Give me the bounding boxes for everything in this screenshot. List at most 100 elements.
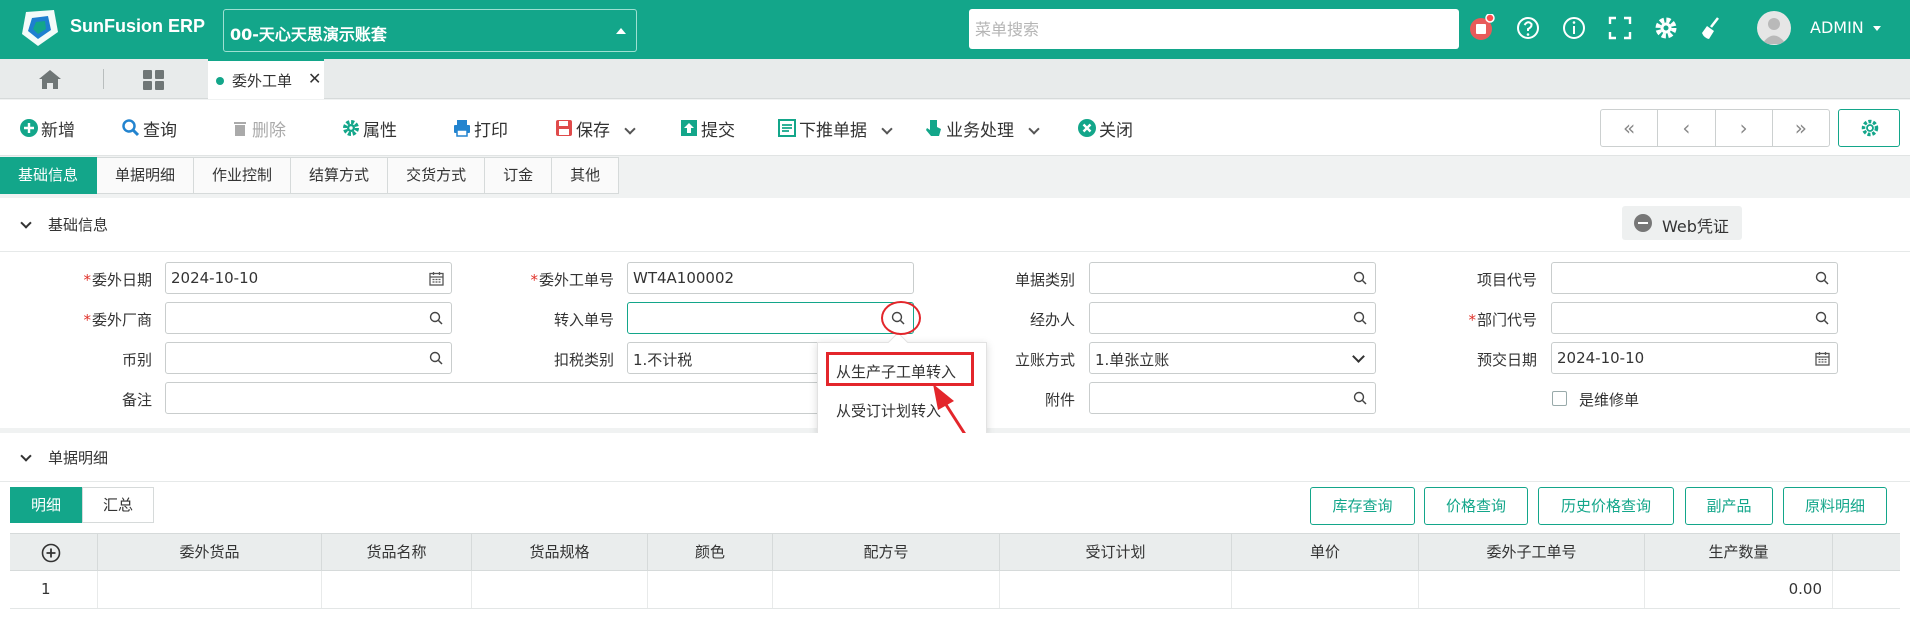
app-grid-icon[interactable] xyxy=(141,68,167,92)
col-header-item-name[interactable]: 货品名称 xyxy=(322,534,472,570)
previous-record-button[interactable]: ‹ xyxy=(1658,110,1716,146)
help-icon[interactable] xyxy=(1514,14,1542,42)
basic-info-header[interactable]: 基础信息 xyxy=(20,214,108,235)
caret-down-icon[interactable] xyxy=(1873,26,1881,31)
tab-detail[interactable]: 明细 xyxy=(10,487,83,523)
gear-icon xyxy=(1861,119,1879,137)
trash-icon xyxy=(234,122,246,136)
account-select[interactable]: 00-天心天思演示账套 xyxy=(223,9,637,52)
search-icon[interactable] xyxy=(1353,311,1367,325)
calendar-icon[interactable] xyxy=(1815,351,1830,366)
handler-label: 经办人 xyxy=(1029,311,1075,329)
col-header-unit-price[interactable]: 单价 xyxy=(1232,534,1419,570)
detail-panel: 单据明细 明细 汇总 库存查询 价格查询 历史价格查询 副产品 原料明细 委外货… xyxy=(0,433,1910,630)
outsource-no-field[interactable]: WT4A100002 xyxy=(627,262,914,294)
tab-outsource-order[interactable]: 委外工单 ✕ xyxy=(208,59,324,99)
tab-delivery[interactable]: 交货方式 xyxy=(388,157,486,194)
material-detail-button[interactable]: 原料明细 xyxy=(1783,487,1887,525)
next-record-button[interactable]: › xyxy=(1716,110,1773,146)
config-button[interactable] xyxy=(1838,109,1900,147)
dept-code-field[interactable] xyxy=(1551,302,1838,334)
tab-basic-info[interactable]: 基础信息 xyxy=(0,157,98,194)
transfer-no-field[interactable] xyxy=(627,302,914,334)
cell-order-plan[interactable] xyxy=(1000,571,1232,608)
col-header-sub-order-no[interactable]: 委外子工单号 xyxy=(1419,534,1645,570)
price-query-button[interactable]: 价格查询 xyxy=(1424,487,1528,525)
settings-gear-icon[interactable] xyxy=(1652,14,1680,42)
calendar-icon[interactable] xyxy=(429,271,444,286)
cell-formula-no[interactable] xyxy=(773,571,1000,608)
menu-search[interactable] xyxy=(969,9,1459,49)
close-tab-icon[interactable]: ✕ xyxy=(308,69,321,88)
tab-doc-detail[interactable]: 单据明细 xyxy=(97,157,195,194)
remark-field[interactable] xyxy=(165,382,825,414)
col-header-outsource-item[interactable]: 委外货品 xyxy=(98,534,322,570)
last-record-button[interactable]: » xyxy=(1773,110,1829,146)
table-row[interactable]: 1 0.00 xyxy=(10,571,1900,609)
cell-outsource-item[interactable] xyxy=(98,571,322,608)
detail-header[interactable]: 单据明细 xyxy=(20,447,108,468)
attachment-field[interactable] xyxy=(1089,382,1376,414)
row-number: 1 xyxy=(10,571,98,608)
search-icon[interactable] xyxy=(1353,391,1367,405)
home-icon[interactable] xyxy=(36,67,64,91)
fullscreen-icon[interactable] xyxy=(1606,14,1634,42)
col-header-item-spec[interactable]: 货品规格 xyxy=(472,534,648,570)
project-code-field[interactable] xyxy=(1551,262,1838,294)
col-header-formula-no[interactable]: 配方号 xyxy=(773,534,1000,570)
vendor-label: 委外厂商 xyxy=(83,309,152,330)
search-icon[interactable] xyxy=(1353,271,1367,285)
menu-search-input[interactable] xyxy=(969,9,1459,49)
chevron-down-icon xyxy=(1352,350,1365,363)
transfer-no-label: 转入单号 xyxy=(553,311,614,329)
search-icon[interactable] xyxy=(1815,311,1829,325)
currency-field[interactable] xyxy=(165,342,452,374)
attachment-label: 附件 xyxy=(1044,391,1075,409)
stock-query-button[interactable]: 库存查询 xyxy=(1310,487,1415,525)
cell-unit-price[interactable] xyxy=(1232,571,1419,608)
search-icon[interactable] xyxy=(1815,271,1829,285)
doc-category-field[interactable] xyxy=(1089,262,1376,294)
tab-deposit[interactable]: 订金 xyxy=(485,157,553,194)
cell-item-name[interactable] xyxy=(322,571,472,608)
info-icon[interactable] xyxy=(1560,14,1588,42)
outsource-date-field[interactable]: 2024-10-10 xyxy=(165,262,452,294)
web-voucher-button[interactable]: Web凭证 xyxy=(1622,206,1742,240)
first-record-button[interactable]: « xyxy=(1601,110,1659,146)
account-method-select[interactable]: 1.单张立账 xyxy=(1089,342,1376,374)
cell-color[interactable] xyxy=(648,571,773,608)
logo-icon xyxy=(22,10,58,46)
tab-settlement[interactable]: 结算方式 xyxy=(291,157,389,194)
handler-field[interactable] xyxy=(1089,302,1376,334)
new-label: 新增 xyxy=(41,121,75,141)
menu-item-from-order-plan[interactable]: 从受订计划转入 xyxy=(836,400,941,421)
search-icon[interactable] xyxy=(429,311,443,325)
add-row-cell[interactable] xyxy=(10,534,98,570)
tax-type-select[interactable]: 1.不计税 xyxy=(627,342,827,374)
outsource-no-value: WT4A100002 xyxy=(633,269,735,287)
username[interactable]: ADMIN xyxy=(1810,18,1864,37)
col-header-production-qty[interactable]: 生产数量 xyxy=(1645,534,1833,570)
by-product-button[interactable]: 副产品 xyxy=(1685,487,1773,525)
add-circle-icon[interactable] xyxy=(41,543,61,563)
avatar[interactable] xyxy=(1757,11,1791,45)
section-tabs: 基础信息 单据明细 作业控制 结算方式 交货方式 订金 其他 xyxy=(0,157,620,194)
vendor-field[interactable] xyxy=(165,302,452,334)
cell-production-qty[interactable]: 0.00 xyxy=(1645,571,1833,608)
project-code-label: 项目代号 xyxy=(1476,271,1537,289)
broom-clean-icon[interactable] xyxy=(1698,14,1726,42)
delivery-date-field[interactable]: 2024-10-10 xyxy=(1551,342,1838,374)
tab-operation-control[interactable]: 作业控制 xyxy=(194,157,292,194)
tab-other[interactable]: 其他 xyxy=(552,157,620,194)
col-header-color[interactable]: 颜色 xyxy=(648,534,773,570)
web-voucher-label: Web凭证 xyxy=(1662,217,1729,236)
notification-icon[interactable] xyxy=(1468,14,1496,42)
cell-item-spec[interactable] xyxy=(472,571,648,608)
cell-sub-order-no[interactable] xyxy=(1419,571,1645,608)
price-history-button[interactable]: 历史价格查询 xyxy=(1538,487,1674,525)
search-icon[interactable] xyxy=(429,351,443,365)
outsource-date-value: 2024-10-10 xyxy=(171,269,259,287)
tab-summary[interactable]: 汇总 xyxy=(82,487,155,523)
is-repair-checkbox[interactable] xyxy=(1552,391,1567,406)
col-header-order-plan[interactable]: 受订计划 xyxy=(1000,534,1232,570)
